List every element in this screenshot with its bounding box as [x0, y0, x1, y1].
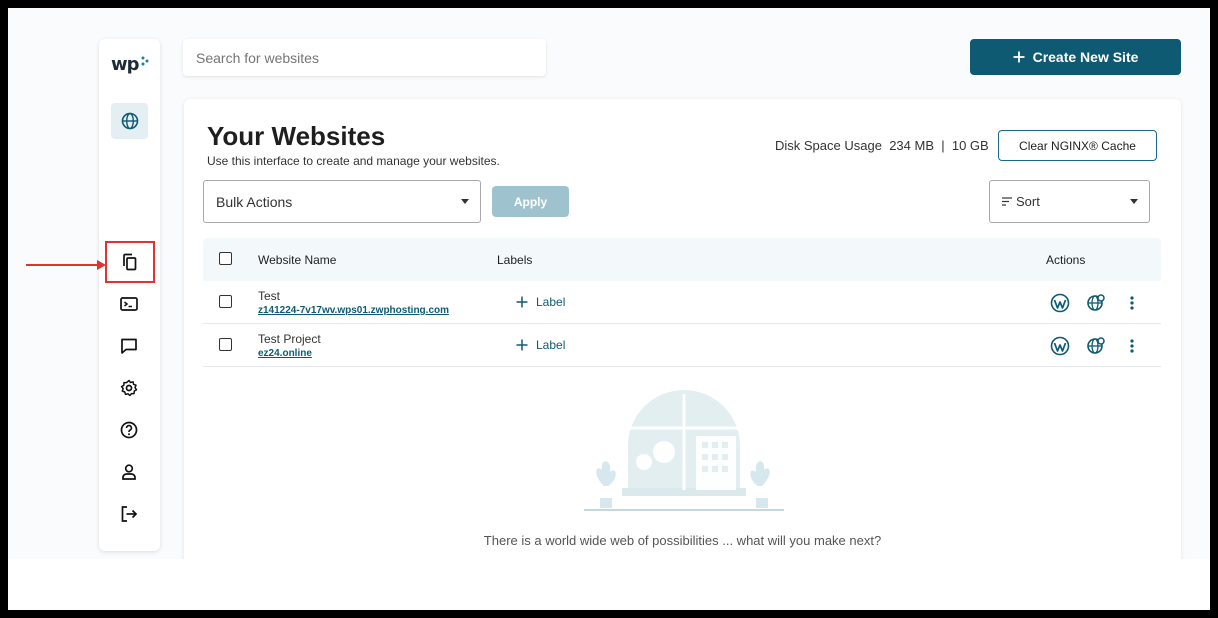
table-header: Website Name Labels Actions [203, 238, 1161, 281]
column-actions: Actions [1046, 253, 1086, 267]
disk-used: 234 MB [889, 138, 934, 153]
sidebar-item-account[interactable] [119, 462, 139, 482]
create-new-site-label: Create New Site [1032, 49, 1139, 65]
globe-gear-icon [1087, 294, 1105, 311]
add-label-button[interactable]: Label [516, 295, 565, 309]
select-all-checkbox[interactable] [219, 252, 232, 265]
domain-settings-button[interactable] [1086, 293, 1106, 313]
logo-dots-icon [141, 56, 149, 66]
pointer-arrow-icon [26, 260, 106, 270]
kebab-menu-icon [1130, 339, 1134, 353]
disk-usage: Disk Space Usage 234 MB | 10 GB [775, 138, 989, 153]
add-label-text: Label [536, 295, 566, 309]
copy-icon [123, 253, 137, 271]
sort-select[interactable]: Sort [989, 180, 1150, 223]
chevron-down-icon [1130, 199, 1138, 204]
column-labels: Labels [497, 253, 533, 267]
help-icon [120, 421, 138, 439]
plus-icon [1013, 51, 1025, 63]
column-website-name: Website Name [258, 253, 337, 267]
disk-total: 10 GB [951, 138, 989, 153]
sort-icon [1002, 197, 1012, 206]
sort-label: Sort [1016, 194, 1040, 209]
bottom-margin [8, 559, 1210, 610]
table-row: Test z141224-7v17wv.wps01.zwphosting.com… [203, 281, 1161, 324]
plus-icon [516, 339, 528, 351]
clear-cache-button[interactable]: Clear NGINX® Cache [998, 130, 1157, 161]
row-checkbox[interactable] [219, 295, 232, 308]
disk-usage-label: Disk Space Usage [775, 138, 882, 153]
chevron-down-icon [461, 199, 469, 204]
add-label-button[interactable]: Label [516, 338, 565, 352]
websites-panel: Your Websites Use this interface to crea… [184, 99, 1181, 559]
bulk-actions-select[interactable]: Bulk Actions [203, 180, 481, 223]
domain-settings-button[interactable] [1086, 336, 1106, 356]
kebab-menu-icon [1130, 296, 1134, 310]
app-window: wp Search for websites Create New Site Y… [8, 8, 1210, 559]
search-input[interactable] [183, 39, 546, 76]
more-options-button[interactable] [1122, 336, 1142, 356]
site-name: Test [258, 289, 281, 303]
add-label-text: Label [536, 338, 566, 352]
site-url-link[interactable]: z141224-7v17wv.wps01.zwphosting.com [258, 305, 449, 316]
disk-separator: | [941, 138, 945, 153]
more-options-button[interactable] [1122, 293, 1142, 313]
sidebar: wp [99, 39, 160, 551]
logout-icon [121, 506, 138, 522]
empty-state-illustration [584, 390, 784, 511]
logo-text: wp [111, 54, 139, 75]
create-new-site-button[interactable]: Create New Site [970, 39, 1181, 75]
user-icon [122, 464, 136, 480]
wp-logo[interactable]: wp [111, 54, 151, 78]
sidebar-item-messages[interactable] [119, 336, 139, 356]
gear-icon [120, 379, 138, 397]
wordpress-icon [1050, 336, 1070, 356]
apply-button[interactable]: Apply [492, 186, 569, 217]
chat-icon [121, 338, 137, 354]
table-row: Test Project ez24.online Label [203, 324, 1161, 367]
wordpress-admin-button[interactable] [1050, 336, 1070, 356]
plus-icon [516, 296, 528, 308]
bulk-actions-label: Bulk Actions [216, 193, 293, 210]
page-title: Your Websites [207, 121, 386, 151]
site-name: Test Project [258, 332, 321, 346]
sidebar-item-terminal[interactable] [119, 294, 139, 314]
site-url-link[interactable]: ez24.online [258, 348, 312, 359]
apply-label: Apply [513, 194, 548, 209]
wordpress-admin-button[interactable] [1050, 293, 1070, 313]
page-subtitle: Use this interface to create and manage … [207, 154, 500, 168]
empty-state-message: There is a world wide web of possibiliti… [483, 533, 882, 548]
globe-icon [121, 112, 138, 130]
clear-cache-label: Clear NGINX® Cache [1019, 138, 1136, 153]
sidebar-item-settings[interactable] [119, 378, 139, 398]
sidebar-item-copy[interactable] [119, 252, 139, 272]
globe-gear-icon [1087, 337, 1105, 354]
row-checkbox[interactable] [219, 338, 232, 351]
sidebar-item-logout[interactable] [119, 504, 139, 524]
terminal-icon [120, 297, 138, 311]
sidebar-item-help[interactable] [119, 420, 139, 440]
sidebar-item-websites[interactable] [111, 103, 148, 139]
wordpress-icon [1050, 293, 1070, 313]
